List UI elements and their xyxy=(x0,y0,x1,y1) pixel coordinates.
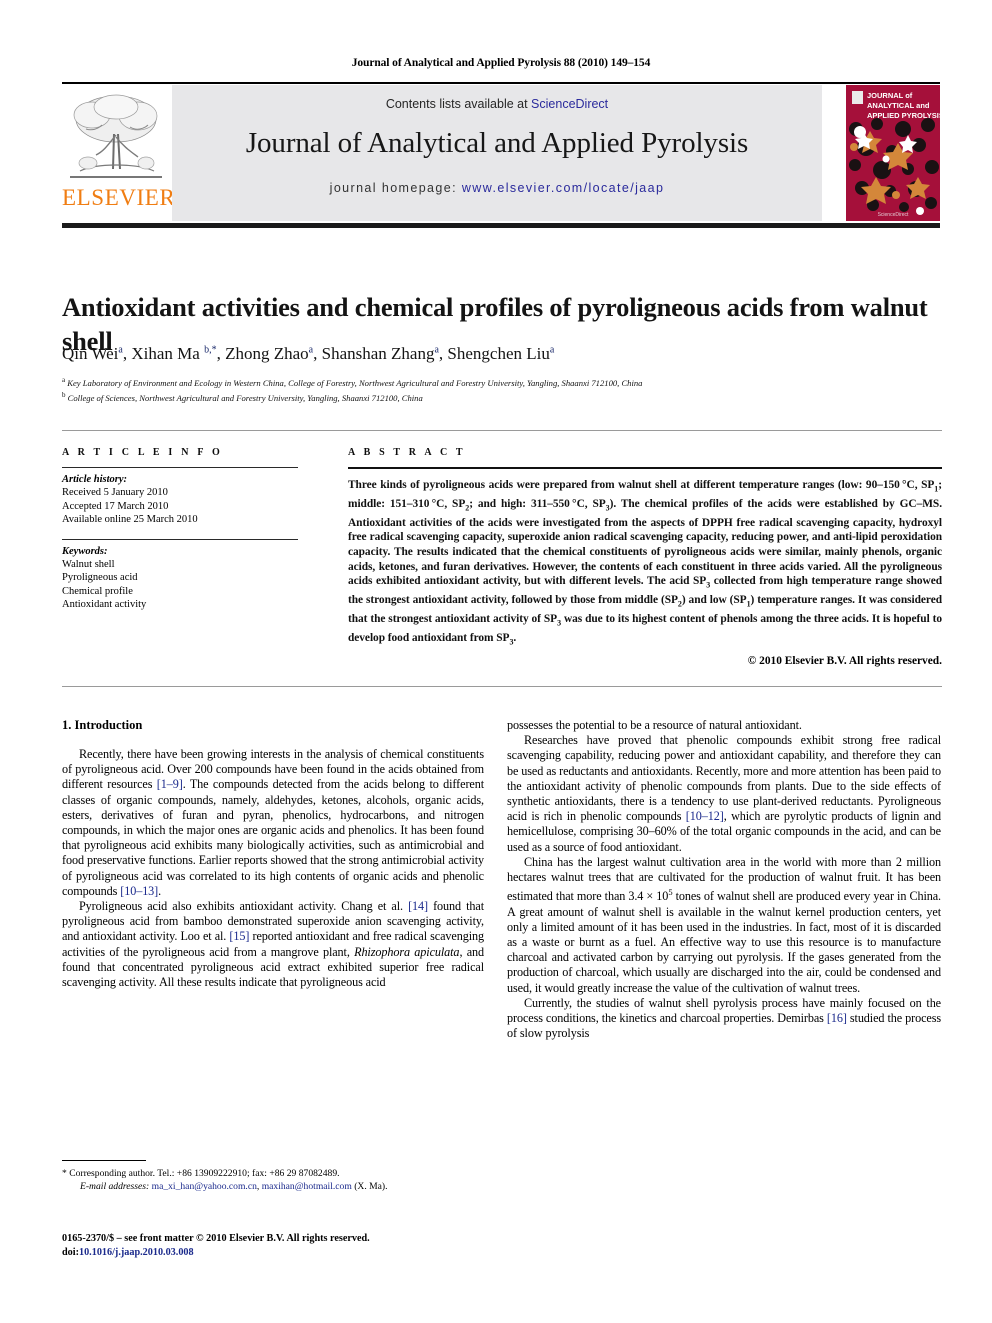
body-column-right: possesses the potential to be a resource… xyxy=(507,718,941,1041)
journal-homepage-url[interactable]: www.elsevier.com/locate/jaap xyxy=(462,181,664,195)
keyword-item: Walnut shell xyxy=(62,558,115,570)
abstract-rule xyxy=(348,467,942,469)
abstract-column: A B S T R A C T Three kinds of pyroligne… xyxy=(348,447,942,667)
article-info-heading: A R T I C L E I N F O xyxy=(62,447,223,458)
abstract-copyright: © 2010 Elsevier B.V. All rights reserved… xyxy=(747,654,942,667)
doi-label: doi: xyxy=(62,1246,79,1258)
body-paragraph: Currently, the studies of walnut shell p… xyxy=(507,995,941,1041)
section-heading-introduction: 1. Introduction xyxy=(62,718,143,732)
body-paragraph: Recently, there have been growing intere… xyxy=(62,747,484,898)
journal-homepage-label: journal homepage: xyxy=(329,181,462,195)
body-paragraph: Researches have proved that phenolic com… xyxy=(507,733,941,854)
journal-cover-thumbnail: JOURNAL of ANALYTICAL and APPLIED PYROLY… xyxy=(846,85,940,221)
cover-title-line2: ANALYTICAL and xyxy=(867,101,930,110)
body-paragraph: Pyroligneous acid also exhibits antioxid… xyxy=(62,899,484,990)
paper-page: Journal of Analytical and Applied Pyroly… xyxy=(0,0,992,1323)
journal-title: Journal of Analytical and Applied Pyroly… xyxy=(245,127,749,159)
contents-lists-line: Contents lists available at ScienceDirec… xyxy=(172,97,822,111)
elsevier-logo: ELSEVIER xyxy=(62,85,176,221)
keyword-item: Antioxidant activity xyxy=(62,599,147,610)
footnote-rule xyxy=(62,1160,146,1161)
article-info-rule xyxy=(62,467,298,468)
author-list: Qin Weia, Xihan Ma b,*, Zhong Zhaoa, Sha… xyxy=(62,344,555,363)
abstract-heading: A B S T R A C T xyxy=(348,447,466,458)
journal-homepage-line: journal homepage: www.elsevier.com/locat… xyxy=(172,181,822,195)
keywords-rule xyxy=(62,538,298,540)
affiliation-a: a Key Laboratory of Environment and Ecol… xyxy=(62,376,643,388)
history-accepted: Accepted 17 March 2010 xyxy=(62,500,169,512)
cover-footer-label: ScienceDirect xyxy=(878,212,909,218)
doi-value[interactable]: 10.1016/j.jaap.2010.03.008 xyxy=(79,1247,194,1258)
masthead-top-rule xyxy=(62,82,940,84)
keywords-label: Keywords: xyxy=(62,545,108,557)
contents-lists-prefix: Contents lists available at xyxy=(385,97,532,111)
masthead-bottom-rule xyxy=(62,223,940,228)
article-history-label: Article history: xyxy=(62,474,128,485)
footnote-email-addresses: E-mail addresses: ma_xi_han@yahoo.com.cn… xyxy=(80,1181,388,1192)
history-received: Received 5 January 2010 xyxy=(62,487,168,498)
keyword-item: Pyroligneous acid xyxy=(62,572,138,583)
elsevier-tree-icon xyxy=(70,94,162,178)
journal-cover-artwork: JOURNAL of ANALYTICAL and APPLIED PYROLY… xyxy=(846,85,940,221)
article-history-group: Article history: Received 5 January 2010… xyxy=(62,474,298,527)
cover-title-line1: JOURNAL of xyxy=(867,91,913,100)
sciencedirect-link[interactable]: ScienceDirect xyxy=(531,97,608,111)
article-info-column: A R T I C L E I N F O Article history: R… xyxy=(62,447,298,616)
body-paragraph: possesses the potential to be a resource… xyxy=(507,718,802,732)
abstract-text: Three kinds of pyroligneous acids were p… xyxy=(348,479,943,647)
keyword-item: Chemical profile xyxy=(62,585,133,597)
affiliation-b: b College of Sciences, Northwest Agricul… xyxy=(62,391,423,404)
info-band-bottom-rule xyxy=(62,686,942,687)
front-matter-notice: 0165-2370/$ – see front matter © 2010 El… xyxy=(62,1232,502,1259)
doi-line: doi:10.1016/j.jaap.2010.03.008 xyxy=(62,1246,502,1260)
body-column-left: 1. Introduction Recently, there have bee… xyxy=(62,718,484,990)
footnote-corresponding-author: * Corresponding author. Tel.: +86 139092… xyxy=(62,1168,340,1179)
keywords-group: Keywords: Walnut shell Pyroligneous acid… xyxy=(62,546,298,612)
history-available-online: Available online 25 March 2010 xyxy=(62,514,198,525)
journal-masthead: ELSEVIER Contents lists available at Sci… xyxy=(62,82,940,228)
body-paragraph: China has the largest walnut cultivation… xyxy=(507,854,942,995)
running-head: Journal of Analytical and Applied Pyroly… xyxy=(351,57,651,69)
issn-front-matter: 0165-2370/$ – see front matter © 2010 El… xyxy=(62,1233,370,1244)
masthead-center-band: Contents lists available at ScienceDirec… xyxy=(172,85,822,221)
elsevier-wordmark: ELSEVIER xyxy=(62,185,176,210)
info-band-top-rule xyxy=(62,430,942,431)
cover-title-line3: APPLIED PYROLYSIS xyxy=(867,111,940,120)
corresponding-author-footnote: * Corresponding author. Tel.: +86 139092… xyxy=(62,1160,484,1193)
affiliation-list: a Key Laboratory of Environment and Ecol… xyxy=(62,374,942,405)
